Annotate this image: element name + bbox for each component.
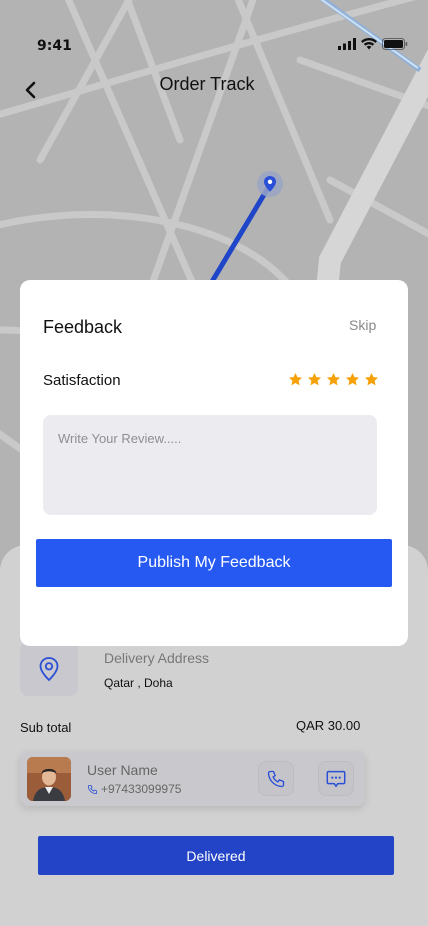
star-icon[interactable] [364, 372, 379, 387]
avatar [27, 757, 71, 801]
feedback-modal: Feedback Skip Satisfaction Publish My Fe… [20, 280, 408, 646]
review-input[interactable] [43, 415, 377, 515]
chat-icon [326, 770, 346, 787]
page-title: Order Track [159, 74, 255, 94]
delivered-status-button[interactable]: Delivered [38, 836, 394, 875]
delivery-address-label: Delivery Address [104, 650, 210, 666]
star-icon[interactable] [326, 372, 341, 387]
star-icon[interactable] [345, 372, 360, 387]
order-track-screen: 9:41 Order Track Delivery Address Qatar … [0, 0, 428, 926]
signal-icon [338, 38, 356, 50]
subtotal-value: QAR 30.00 [296, 718, 361, 733]
star-rating[interactable] [288, 372, 379, 387]
battery-icon [382, 38, 408, 50]
subtotal-label: Sub total [20, 720, 72, 735]
phone-icon [87, 784, 98, 794]
feedback-title: Feedback [43, 317, 123, 337]
message-courier-button[interactable] [318, 761, 354, 796]
publish-feedback-button[interactable]: Publish My Feedback [36, 539, 392, 587]
delivery-address-icon-box [20, 642, 78, 696]
courier-phone-row: +97433099975 [87, 782, 181, 796]
location-pin-icon [39, 657, 59, 682]
call-courier-button[interactable] [258, 761, 294, 796]
delivery-address-value: Qatar , Doha [104, 676, 173, 690]
courier-phone: +97433099975 [101, 782, 182, 796]
skip-button[interactable]: Skip [349, 317, 376, 333]
satisfaction-label: Satisfaction [43, 372, 121, 389]
courier-card: User Name +97433099975 [20, 751, 365, 806]
wifi-icon [361, 38, 377, 50]
star-icon[interactable] [288, 372, 303, 387]
star-icon[interactable] [307, 372, 322, 387]
status-time: 9:41 [37, 38, 72, 54]
status-bar: 9:41 [0, 0, 428, 70]
courier-name: User Name [87, 762, 158, 778]
status-icons [338, 38, 408, 50]
phone-icon [267, 770, 285, 787]
